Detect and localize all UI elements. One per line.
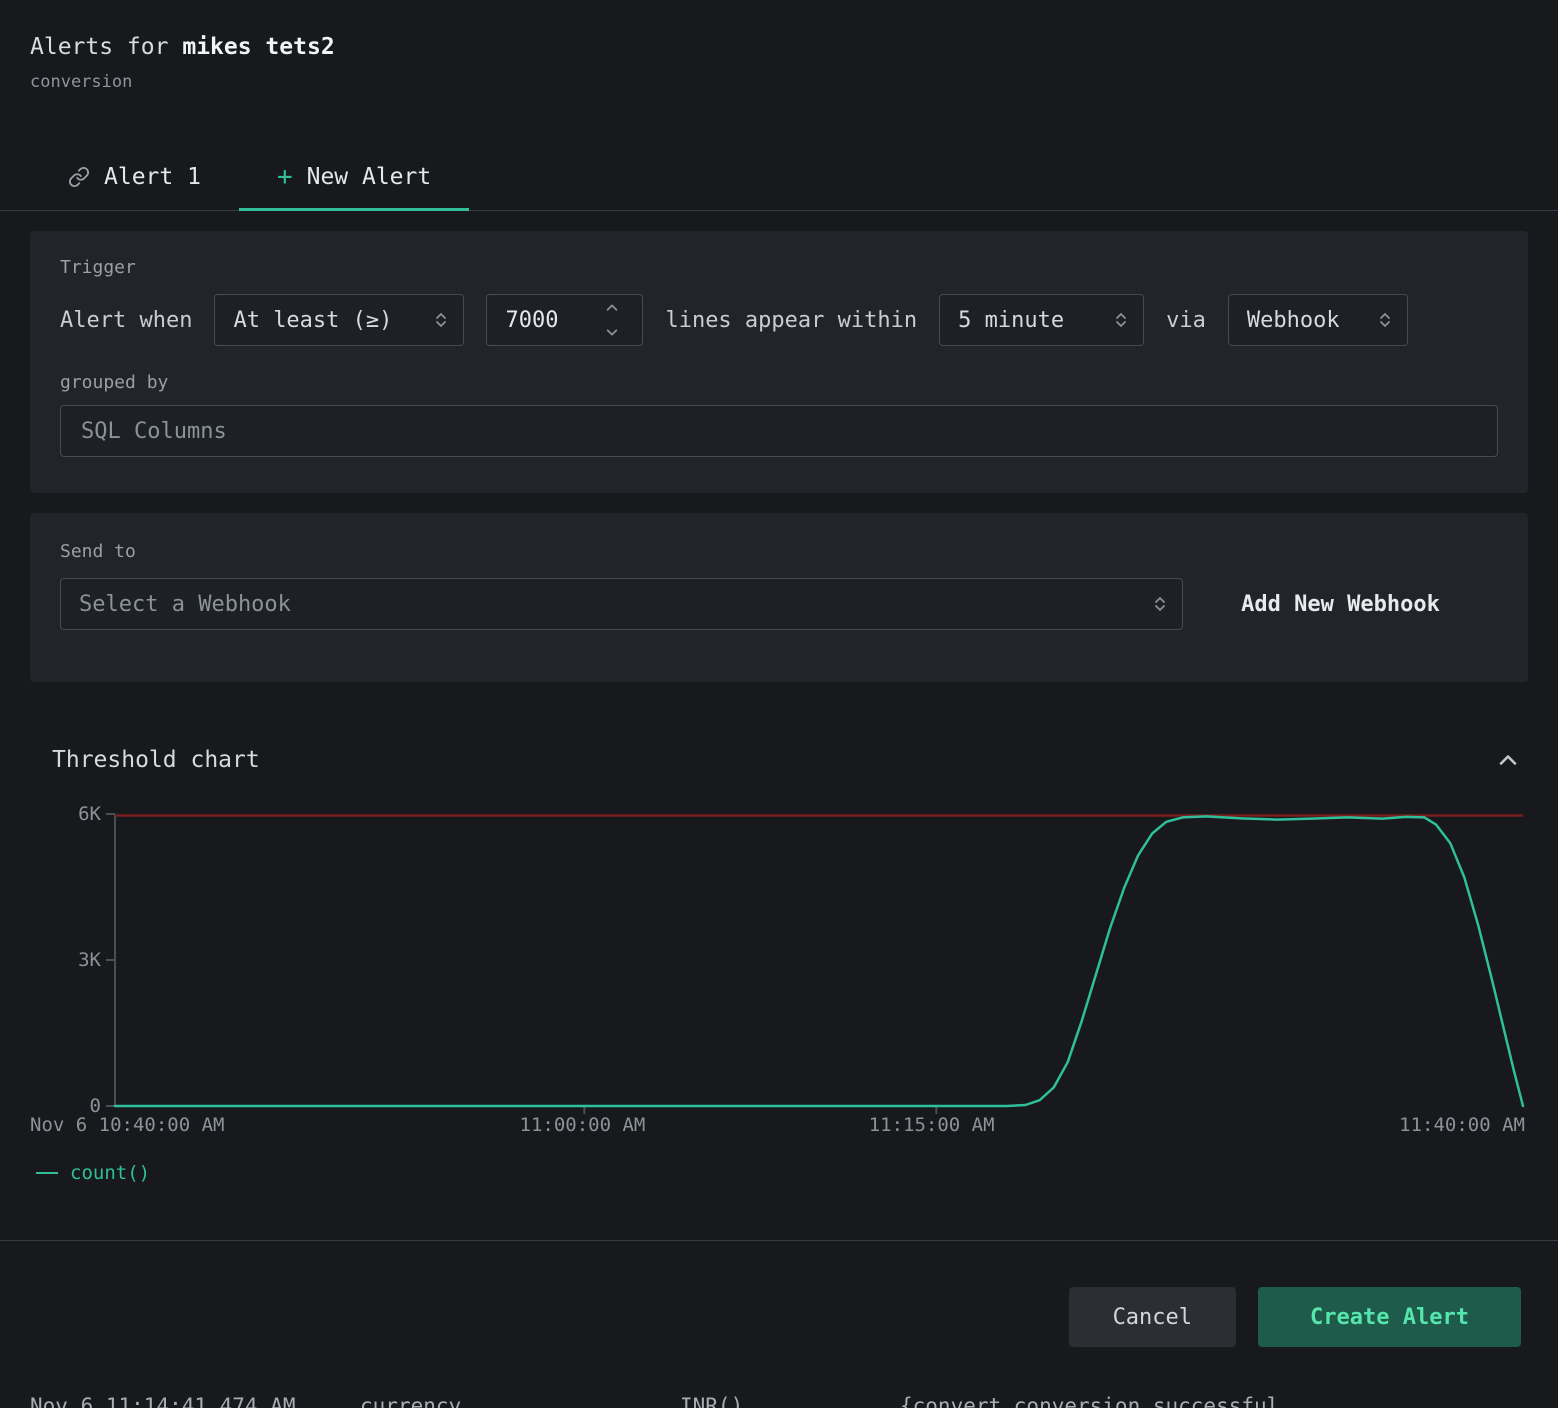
trigger-panel: Trigger Alert when At least (≥) lines ap… xyxy=(30,231,1528,493)
tab-alert-1-label: Alert 1 xyxy=(104,164,201,190)
log-message: {convert conversion successful xyxy=(900,1394,1279,1408)
stepper-up-icon[interactable] xyxy=(605,301,619,315)
interval-select[interactable]: 5 minute xyxy=(939,294,1144,346)
legend-line-marker xyxy=(36,1172,58,1174)
x-tick-label: 11:00:00 AM xyxy=(520,1114,646,1136)
background-log-row: Nov 6 11:14:41.474 AM currency INR() {co… xyxy=(0,1394,1558,1408)
page-subtitle: conversion xyxy=(30,72,1528,92)
x-axis-labels: Nov 6 10:40:00 AM 11:00:00 AM 11:15:00 A… xyxy=(115,1114,1523,1140)
send-to-row: Select a Webhook Add New Webhook xyxy=(60,578,1498,630)
trigger-section-label: Trigger xyxy=(60,257,1498,278)
create-alert-button[interactable]: Create Alert xyxy=(1258,1287,1521,1347)
send-to-panel: Send to Select a Webhook Add New Webhook xyxy=(30,513,1528,682)
chevron-up-down-icon xyxy=(1152,596,1168,612)
x-tick-label: 11:15:00 AM xyxy=(869,1114,995,1136)
x-tick-label: 11:40:00 AM xyxy=(1399,1114,1525,1136)
alert-tabs: Alert 1 + New Alert xyxy=(0,146,1558,211)
page-title-prefix: Alerts for xyxy=(30,34,168,60)
sql-columns-input[interactable] xyxy=(60,405,1498,457)
y-tick-label: 6K xyxy=(78,803,101,825)
interval-select-value: 5 minute xyxy=(958,308,1064,333)
tab-alert-1[interactable]: Alert 1 xyxy=(30,146,239,210)
chart-title: Threshold chart xyxy=(30,747,260,773)
log-value: INR() xyxy=(680,1394,743,1408)
add-new-webhook-button[interactable]: Add New Webhook xyxy=(1183,592,1498,617)
webhook-select[interactable]: Select a Webhook xyxy=(60,578,1183,630)
threshold-chart: 6K 3K 0 xyxy=(115,814,1523,1106)
lines-appear-label: lines appear within xyxy=(665,308,917,333)
grouped-by-label: grouped by xyxy=(60,372,1498,393)
plus-icon: + xyxy=(277,164,293,190)
tab-new-alert-label: New Alert xyxy=(307,164,432,190)
threshold-chart-section: Threshold chart 6K 3K 0 Nov 6 10:40:00 A… xyxy=(0,746,1558,1184)
stepper-down-icon[interactable] xyxy=(605,325,619,339)
cancel-button[interactable]: Cancel xyxy=(1069,1287,1236,1347)
modal-header: Alerts for mikes tets2 conversion xyxy=(0,0,1558,92)
chevron-up-down-icon xyxy=(433,312,449,328)
modal-footer: Cancel Create Alert xyxy=(0,1240,1558,1347)
page-title-name: mikes tets2 xyxy=(182,34,334,60)
via-label: via xyxy=(1166,308,1206,333)
chevron-up-down-icon xyxy=(1377,312,1393,328)
log-timestamp: Nov 6 11:14:41.474 AM xyxy=(30,1394,296,1408)
page-title: Alerts for mikes tets2 xyxy=(30,34,1528,60)
chart-header: Threshold chart xyxy=(30,746,1528,774)
threshold-input-wrap xyxy=(486,294,643,346)
log-column: currency xyxy=(360,1394,461,1408)
y-tick-label: 3K xyxy=(78,949,101,971)
tab-new-alert[interactable]: + New Alert xyxy=(239,146,469,210)
threshold-stepper xyxy=(597,295,627,345)
legend-label: count() xyxy=(70,1162,150,1184)
trigger-controls-row: Alert when At least (≥) lines appear wit… xyxy=(60,294,1498,346)
chart-legend: count() xyxy=(30,1162,1528,1184)
channel-select-value: Webhook xyxy=(1247,308,1340,333)
link-icon xyxy=(68,166,90,188)
threshold-chart-svg xyxy=(115,814,1523,1106)
chevron-up-down-icon xyxy=(1113,312,1129,328)
threshold-input[interactable] xyxy=(487,295,597,345)
x-tick-label: Nov 6 10:40:00 AM xyxy=(30,1114,224,1136)
webhook-select-placeholder: Select a Webhook xyxy=(79,592,291,617)
condition-select[interactable]: At least (≥) xyxy=(214,294,464,346)
chevron-up-icon[interactable] xyxy=(1494,746,1522,774)
alert-when-label: Alert when xyxy=(60,308,192,333)
send-to-section-label: Send to xyxy=(60,541,1498,562)
condition-select-value: At least (≥) xyxy=(233,308,392,333)
channel-select[interactable]: Webhook xyxy=(1228,294,1408,346)
